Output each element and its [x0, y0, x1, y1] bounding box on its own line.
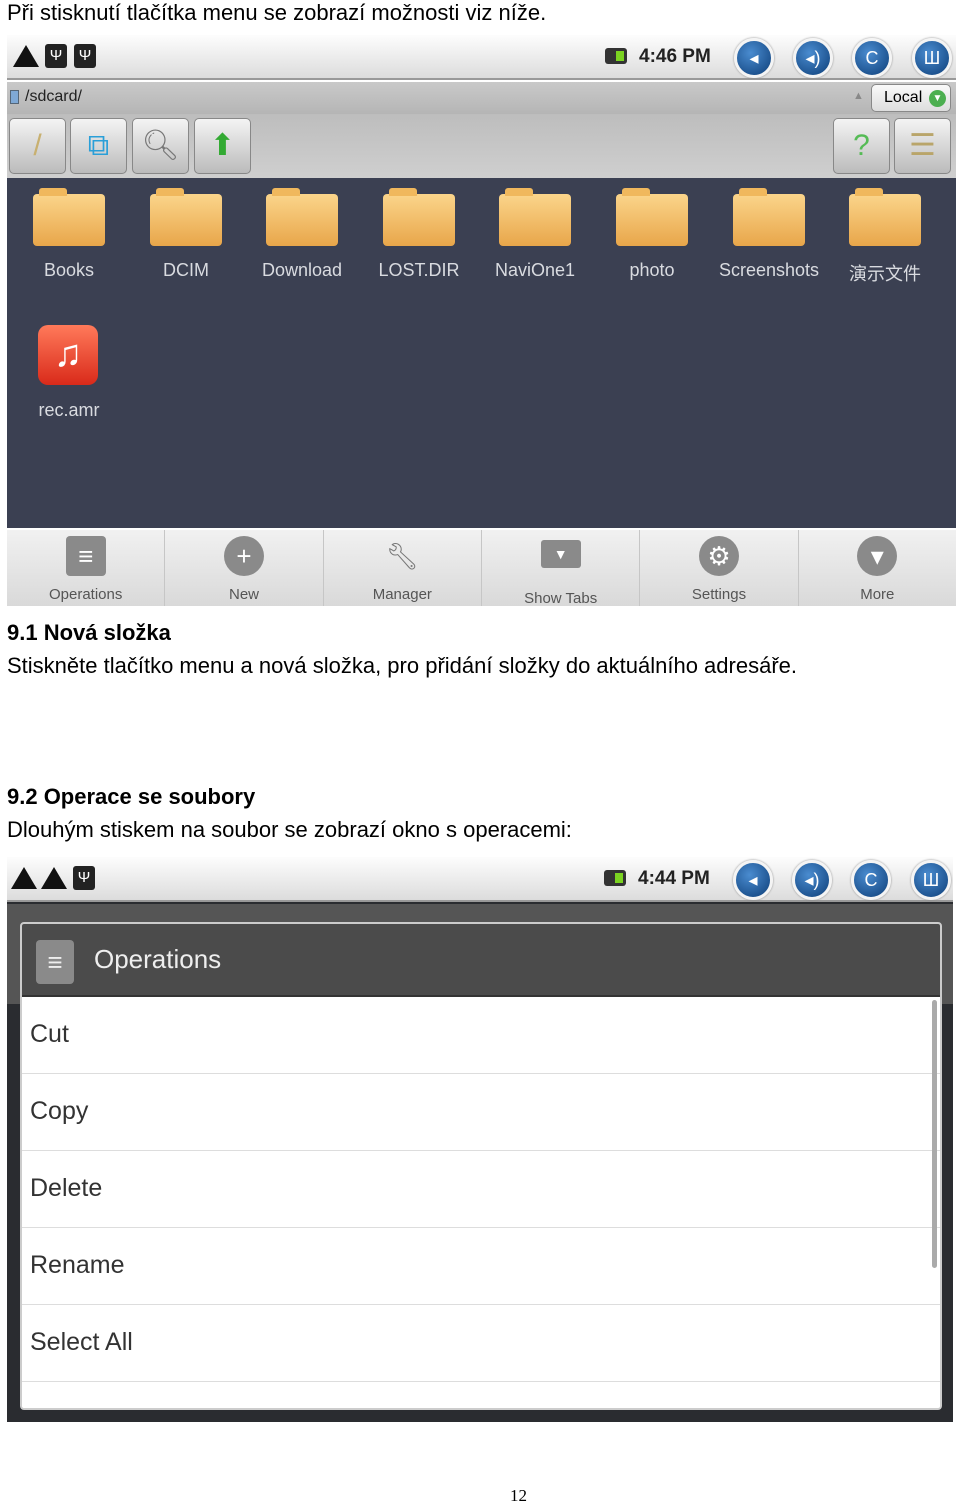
folder-label: Screenshots [718, 260, 820, 280]
storage-selector[interactable]: Local ▼ [871, 84, 951, 112]
screenshot-operations-dialog: Ψ 4:44 PM ◂ ◂) C Ш ≡ Operations Cut Copy… [7, 857, 953, 1422]
file-grid: Books DCIM Download LOST.DIR NaviOne1 ph… [7, 178, 956, 528]
up-arrow-icon: ▲ [853, 90, 864, 102]
sdcard-icon [10, 90, 19, 104]
folder-icon [499, 188, 571, 246]
status-bar: Ψ Ψ 4:46 PM ◂ ◂) C Ш [7, 35, 956, 80]
folder-label: Download [261, 260, 343, 280]
section-heading: 9.2 Operace se soubory [7, 784, 256, 809]
volume-down-icon[interactable]: ◂ [734, 38, 774, 78]
clock: 4:46 PM [639, 46, 711, 67]
file-label: rec.amr [38, 400, 100, 420]
folder-icon [383, 188, 455, 246]
folder-icon [849, 188, 921, 246]
folder-label: DCIM [163, 260, 209, 280]
warning-icon [11, 867, 37, 889]
menu-new[interactable]: + New [165, 530, 324, 606]
dialog-title: Operations [94, 944, 222, 974]
operation-rename[interactable]: Rename [22, 1228, 940, 1305]
edit-path-button[interactable]: / [9, 118, 66, 174]
search-button[interactable]: 🔍︎ [132, 118, 189, 174]
storage-label: Local [884, 89, 923, 106]
folder-icon [33, 188, 105, 246]
screenshot-file-manager: Ψ Ψ 4:46 PM ◂ ◂) C Ш /sdcard/ ▲ Local ▼ /… [7, 35, 956, 606]
usb-icon: Ψ [74, 44, 96, 68]
home-icon[interactable]: Ш [911, 860, 951, 900]
section-heading: 9.1 Nová složka [7, 620, 171, 645]
menu-label: Operations [48, 586, 123, 603]
current-path: /sdcard/ [25, 88, 82, 105]
options-menu: ≡ Operations + New 🔧︎ Manager ▼ Show Tabs ⚙ S… [7, 530, 956, 606]
page-number: 12 [510, 1486, 527, 1505]
plus-icon: + [223, 536, 264, 576]
home-icon[interactable]: Ш [912, 38, 952, 78]
operation-copy[interactable]: Copy [22, 1074, 940, 1151]
operation-delete[interactable]: Delete [22, 1151, 940, 1228]
section-text: Dlouhým stiskem na soubor se zobrazí okn… [7, 817, 572, 842]
warning-icon [41, 867, 67, 889]
path-bar: /sdcard/ ▲ Local ▼ [7, 82, 956, 114]
battery-icon [605, 48, 627, 64]
chevron-down-icon: ▾ [857, 536, 898, 576]
folder-icon [616, 188, 688, 246]
refresh-icon[interactable]: C [851, 860, 891, 900]
folder-label: 演示文件 [849, 264, 921, 284]
intro-text: Při stisknutí tlačítka menu se zobrazí m… [7, 0, 547, 25]
folder-label: Books [43, 260, 95, 280]
operations-dialog: ≡ Operations Cut Copy Delete Rename Sele… [20, 922, 942, 1410]
list-view-button[interactable]: ☰ [894, 118, 951, 174]
menu-show-tabs[interactable]: ▼ Show Tabs [482, 530, 641, 606]
menu-label: More [860, 586, 895, 603]
volume-down-icon[interactable]: ◂ [733, 860, 773, 900]
folder-up-button[interactable]: ⬆ [194, 118, 251, 174]
scrollbar[interactable] [932, 1000, 937, 1268]
menu-manager[interactable]: 🔧︎ Manager [324, 530, 482, 606]
menu-operations[interactable]: ≡ Operations [7, 530, 166, 606]
usb-icon: Ψ [45, 44, 67, 68]
clock: 4:44 PM [638, 868, 710, 889]
usb-icon: Ψ [73, 866, 95, 890]
folder-label: photo [629, 260, 675, 280]
folder-label: LOST.DIR [378, 260, 460, 280]
help-button[interactable]: ? [833, 118, 890, 174]
status-bar: Ψ 4:44 PM ◂ ◂) C Ш [7, 857, 953, 902]
section-text: Stiskněte tlačítko menu a nová složka, p… [7, 653, 797, 678]
menu-label: Manager [372, 586, 432, 603]
operation-cut[interactable]: Cut [22, 997, 940, 1074]
operations-icon: ≡ [36, 940, 74, 984]
volume-up-icon[interactable]: ◂) [792, 860, 832, 900]
menu-more[interactable]: ▾ More [799, 530, 956, 606]
audio-file-icon: ♫ [38, 325, 98, 385]
multi-select-button[interactable]: ⧉ [70, 118, 127, 174]
refresh-icon[interactable]: C [852, 38, 892, 78]
operations-icon: ≡ [65, 536, 106, 576]
menu-label: Settings [691, 586, 747, 603]
volume-up-icon[interactable]: ◂) [793, 38, 833, 78]
folder-icon [266, 188, 338, 246]
operation-select-all[interactable]: Select All [22, 1305, 940, 1382]
folder-label: NaviOne1 [494, 260, 576, 280]
warning-icon [13, 45, 39, 67]
wrench-icon: 🔧︎ [385, 541, 419, 571]
dialog-header: ≡ Operations [22, 924, 940, 997]
folder-icon [150, 188, 222, 246]
menu-label: New [228, 586, 259, 603]
gear-icon: ⚙ [698, 536, 739, 576]
battery-icon [604, 870, 626, 886]
menu-settings[interactable]: ⚙ Settings [640, 530, 799, 606]
menu-label: Show Tabs [524, 590, 598, 606]
folder-icon [733, 188, 805, 246]
tabs-icon: ▼ [540, 540, 581, 568]
toolbar: / ⧉ 🔍︎ ⬆ ? ☰ [7, 114, 956, 178]
dropdown-icon: ▼ [929, 90, 946, 107]
